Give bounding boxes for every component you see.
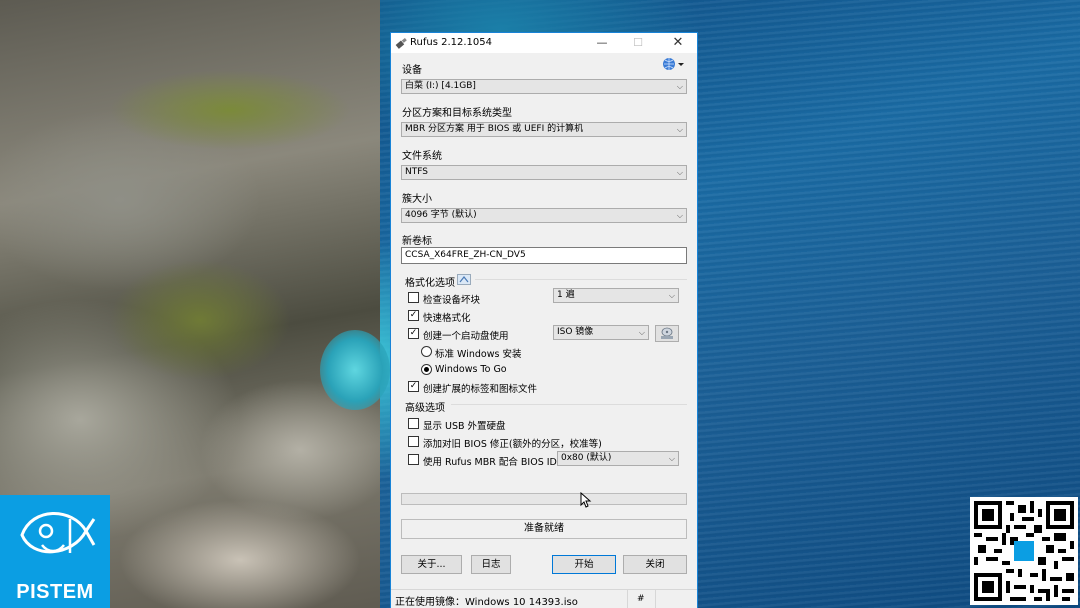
status-bar: 正在使用镜像：Windows 10 14393.iso # xyxy=(391,589,697,608)
toggle-format-options-button[interactable] xyxy=(457,274,471,285)
maximize-button[interactable]: ☐ xyxy=(623,33,653,53)
bootable-label: 创建一个启动盘使用 xyxy=(423,331,509,342)
extended-label-label: 创建扩展的标签和图标文件 xyxy=(423,384,538,395)
usb-hdd-label: 显示 USB 外置硬盘 xyxy=(423,421,506,432)
status-text: 准备就绪 xyxy=(401,519,687,539)
fish-logo-icon xyxy=(20,512,96,554)
partition-value: MBR 分区方案 用于 BIOS 或 UEFI 的计算机 xyxy=(405,124,584,134)
title-bar[interactable]: Rufus 2.12.1054 — ☐ ✕ xyxy=(391,33,697,53)
format-options-heading: 格式化选项 xyxy=(405,278,455,289)
advanced-options-heading: 高级选项 xyxy=(405,403,445,414)
device-select[interactable]: 白菜 (I:) [4.1GB] ⌵ xyxy=(401,79,687,94)
close-window-button[interactable]: ✕ xyxy=(663,33,693,53)
volume-label: 新卷标 xyxy=(402,236,432,247)
hash-button[interactable]: # xyxy=(637,594,645,604)
usb-hdd-checkbox[interactable] xyxy=(408,418,419,429)
boot-type-select[interactable]: ISO 镜像 ⌵ xyxy=(553,325,649,340)
chevron-down-icon: ⌵ xyxy=(668,291,675,300)
minimize-button[interactable]: — xyxy=(587,33,617,53)
rufus-mbr-checkbox[interactable] xyxy=(408,454,419,465)
filesystem-select[interactable]: NTFS ⌵ xyxy=(401,165,687,180)
old-bios-checkbox[interactable] xyxy=(408,436,419,447)
windows-to-go-label: Windows To Go xyxy=(435,364,507,375)
old-bios-label: 添加对旧 BIOS 修正(额外的分区，校准等) xyxy=(423,439,602,450)
close-button[interactable]: 关闭 xyxy=(623,555,687,574)
quick-format-label: 快速格式化 xyxy=(423,313,471,324)
qr-code xyxy=(970,497,1078,605)
windows-to-go-radio[interactable] xyxy=(421,364,432,375)
chevron-down-icon: ⌵ xyxy=(676,168,683,177)
language-button[interactable] xyxy=(661,57,685,73)
bios-id-value: 0x80 (默认) xyxy=(561,453,612,463)
device-label: 设备 xyxy=(402,65,422,76)
logo-text: PISTEM xyxy=(16,581,94,603)
check-bad-blocks-label: 检查设备坏块 xyxy=(423,295,481,306)
status-bar-separator xyxy=(655,590,656,608)
chevron-down-icon: ⌵ xyxy=(668,454,675,463)
disc-drive-icon xyxy=(661,327,673,339)
progress-bar xyxy=(401,493,687,505)
standard-windows-label: 标准 Windows 安装 xyxy=(435,349,522,360)
rufus-window: Rufus 2.12.1054 — ☐ ✕ 设备 白菜 (I:) [4.1GB]… xyxy=(390,32,698,608)
filesystem-value: NTFS xyxy=(405,167,428,177)
qr-code-icon xyxy=(974,501,1074,601)
cluster-label: 簇大小 xyxy=(402,194,432,205)
select-image-button[interactable] xyxy=(655,325,679,342)
cluster-value: 4096 字节 (默认) xyxy=(405,210,477,220)
check-bad-blocks-checkbox[interactable] xyxy=(408,292,419,303)
window-title: Rufus 2.12.1054 xyxy=(410,37,492,48)
cluster-select[interactable]: 4096 字节 (默认) ⌵ xyxy=(401,208,687,223)
chevron-up-icon xyxy=(459,276,469,283)
passes-value: 1 遍 xyxy=(557,290,575,300)
globe-dropdown-icon xyxy=(663,58,684,70)
section-divider xyxy=(475,279,687,280)
partition-select[interactable]: MBR 分区方案 用于 BIOS 或 UEFI 的计算机 ⌵ xyxy=(401,122,687,137)
rufus-mbr-label: 使用 Rufus MBR 配合 BIOS ID xyxy=(423,457,557,468)
pistem-logo: PISTEM xyxy=(0,495,110,608)
about-button[interactable]: 关于... xyxy=(401,555,462,574)
mouse-cursor-icon xyxy=(580,492,592,508)
volume-label-input[interactable]: CCSA_X64FRE_ZH-CN_DV5 xyxy=(401,247,687,264)
chevron-down-icon: ⌵ xyxy=(676,125,683,134)
quick-format-checkbox[interactable]: ✓ xyxy=(408,310,419,321)
chevron-down-icon: ⌵ xyxy=(638,328,645,337)
passes-select[interactable]: 1 遍 ⌵ xyxy=(553,288,679,303)
section-divider xyxy=(451,404,687,405)
standard-windows-radio[interactable] xyxy=(421,346,432,357)
bios-id-select[interactable]: 0x80 (默认) ⌵ xyxy=(557,451,679,466)
status-bar-message: 正在使用镜像：Windows 10 14393.iso xyxy=(395,597,578,608)
wallpaper-lagoon xyxy=(320,330,390,410)
usb-drive-icon xyxy=(395,37,407,49)
filesystem-label: 文件系统 xyxy=(402,151,442,162)
bootable-checkbox[interactable]: ✓ xyxy=(408,328,419,339)
boot-type-value: ISO 镜像 xyxy=(557,327,594,337)
log-button[interactable]: 日志 xyxy=(471,555,511,574)
start-button[interactable]: 开始 xyxy=(552,555,616,574)
status-bar-separator xyxy=(627,590,628,608)
chevron-down-icon: ⌵ xyxy=(676,211,683,220)
chevron-down-icon: ⌵ xyxy=(676,82,683,91)
partition-label: 分区方案和目标系统类型 xyxy=(402,108,512,119)
device-value: 白菜 (I:) [4.1GB] xyxy=(405,81,476,91)
extended-label-checkbox[interactable]: ✓ xyxy=(408,381,419,392)
